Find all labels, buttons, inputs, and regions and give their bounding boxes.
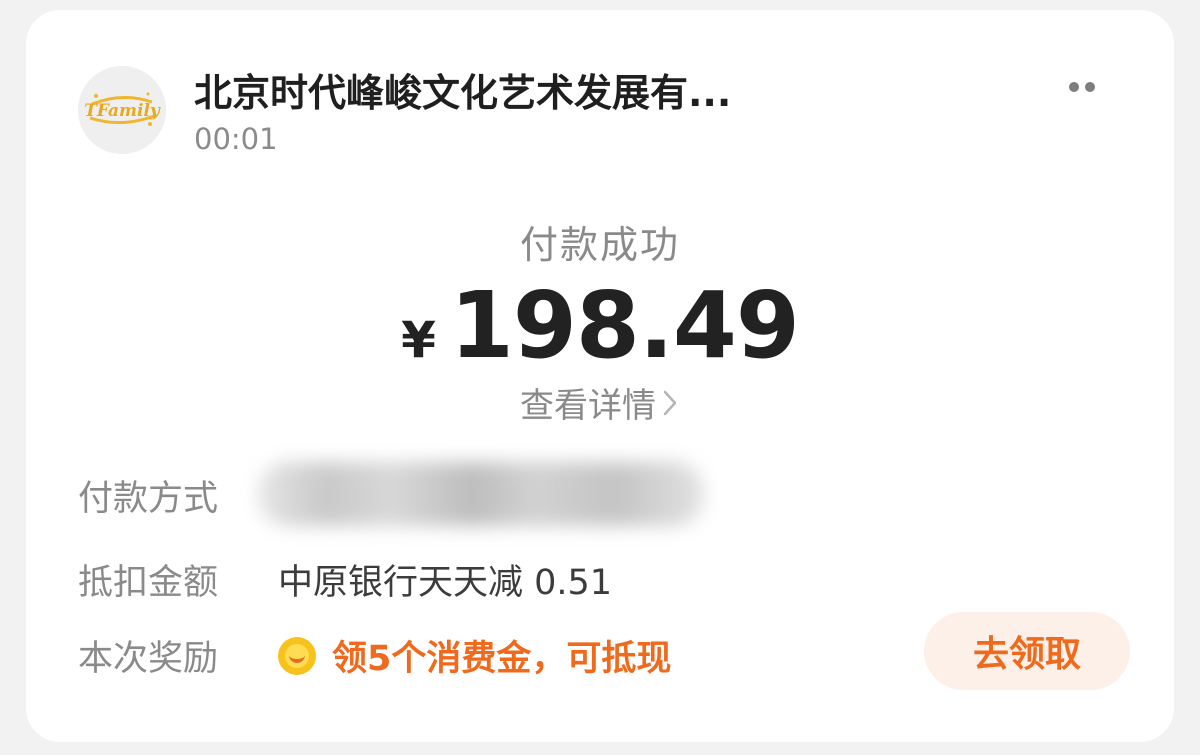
currency-symbol: ¥ — [401, 311, 436, 369]
chevron-right-icon — [663, 390, 677, 415]
view-details-link[interactable]: 查看详情 — [26, 378, 1174, 427]
payment-method-redacted — [258, 462, 704, 526]
svg-text:TFamily: TFamily — [84, 101, 161, 121]
payment-status: 付款成功 — [519, 223, 680, 267]
more-dot-icon — [1069, 82, 1079, 92]
reward-info: 领5个消费金，可抵现 — [278, 630, 671, 681]
claim-reward-button[interactable]: 去领取 — [924, 612, 1130, 690]
view-details-label: 查看详情 — [520, 386, 656, 426]
more-dot-icon — [1085, 82, 1095, 92]
merchant-avatar[interactable]: TFamily — [78, 66, 166, 154]
discount-label: 抵扣金额 — [78, 563, 219, 603]
discount-value: 中原银行天天减 0.51 — [278, 563, 613, 603]
amount-row: ¥ 198.49 — [26, 272, 1174, 379]
payment-amount: 198.49 — [449, 272, 800, 379]
payment-card: TFamily 北京时代峰峻文化艺术发展有... 00:01 付款成功 ¥ 19… — [26, 10, 1174, 742]
more-options-button[interactable] — [1062, 72, 1102, 102]
reward-text: 领5个消费金，可抵现 — [332, 639, 672, 679]
transaction-time: 00:01 — [194, 122, 278, 156]
payment-method-label: 付款方式 — [78, 479, 219, 519]
coin-icon — [278, 636, 316, 675]
reward-label: 本次奖励 — [78, 639, 219, 679]
tfamily-logo-icon: TFamily — [78, 66, 166, 154]
merchant-name: 北京时代峰峻文化艺术发展有... — [194, 71, 732, 115]
